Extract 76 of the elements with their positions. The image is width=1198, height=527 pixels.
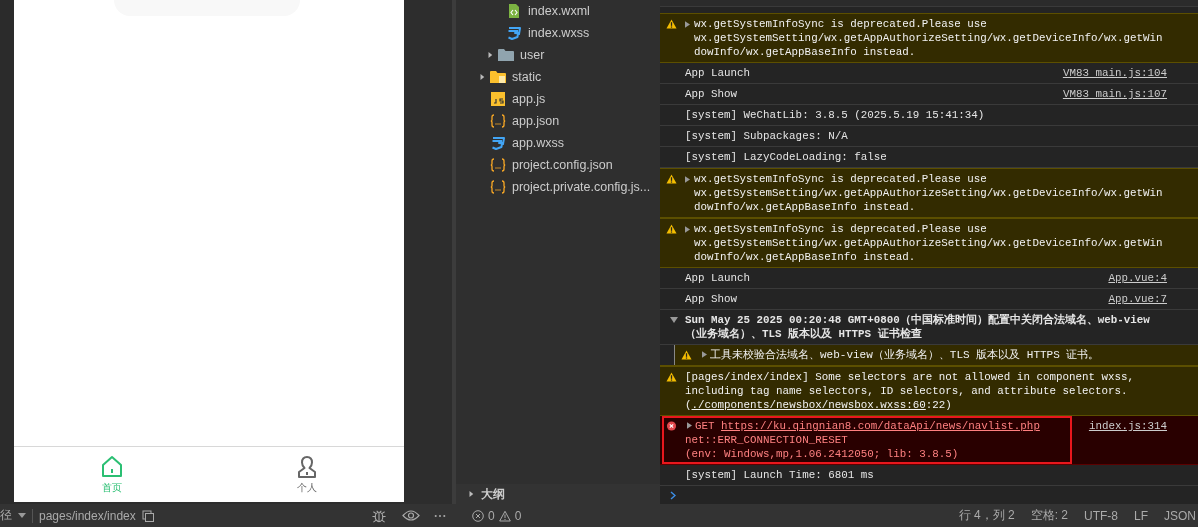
log-message: [system] LazyCodeLoading: false <box>685 151 887 163</box>
indent-setting[interactable]: 空格: 2 <box>1030 507 1068 524</box>
error-count-icon[interactable] <box>472 509 484 522</box>
log-message: App Launch <box>685 67 751 79</box>
braces-icon <box>490 114 506 128</box>
expand-arrow-icon <box>479 73 485 81</box>
warning-icon <box>681 350 692 360</box>
bug-icon[interactable] <box>370 508 388 523</box>
error-detail: (env: Windows,mp,1.06.2412050; lib: 3.8.5) <box>685 448 959 460</box>
source-link[interactable]: index.js:314 <box>1076 416 1167 433</box>
warning-message: 工具未校验合法域名、web-view（业务域名）、TLS 版本以及 HTTPS 证书。 <box>710 349 1100 361</box>
source-link[interactable]: VM83 main.js:107 <box>1050 87 1167 101</box>
url-link[interactable]: https://ku.qingnian8.com/dataApi/news/navlist.php <box>721 420 1040 432</box>
folder-icon <box>498 48 514 62</box>
expand-arrow-icon <box>487 51 493 59</box>
caret-icon[interactable] <box>18 513 26 518</box>
code-file-icon <box>506 4 522 18</box>
folder-item[interactable]: user <box>456 44 660 66</box>
copy-icon[interactable] <box>141 509 154 522</box>
file-item[interactable]: index.wxml <box>456 0 660 22</box>
log-message: [system] Subpackages: N/A <box>685 130 848 142</box>
line-ending[interactable]: LF <box>1133 508 1148 523</box>
braces-icon <box>490 180 506 194</box>
expand-arrow-icon[interactable] <box>702 351 707 358</box>
braces-icon <box>490 158 506 172</box>
js-file-icon <box>490 92 506 106</box>
expand-arrow-icon[interactable] <box>687 422 692 429</box>
source-link[interactable]: App.vue:7 <box>1096 292 1167 306</box>
css-file-icon <box>506 26 522 40</box>
error-count: 0 <box>488 508 495 523</box>
warning-message: wx.getSystemInfoSync is deprecated.Please use wx.getSystemSetting/wx.getAppAuthorizeSetting/wx.getDeviceInfo/wx.getWindowInfo/wx.getAppBaseInfo instead. <box>694 222 1164 264</box>
language-mode[interactable]: JSON <box>1164 508 1196 523</box>
folder-icon <box>490 70 506 84</box>
log-message: App Launch <box>685 272 751 284</box>
source-link[interactable]: VM83 main.js:104 <box>1050 66 1167 80</box>
cursor-position[interactable]: 行 4，列 2 <box>958 507 1015 524</box>
outline-header[interactable]: 大纲 <box>456 484 660 504</box>
file-item[interactable]: app.wxss <box>456 132 660 154</box>
file-item[interactable]: project.config.json <box>456 154 660 176</box>
file-item[interactable]: index.wxss <box>456 22 660 44</box>
file-link[interactable]: ./components/newsbox/newsbox.wxss:60 <box>691 399 926 411</box>
encoding[interactable]: UTF-8 <box>1083 508 1118 523</box>
prompt-icon <box>670 490 676 500</box>
expand-arrow-icon[interactable] <box>685 21 690 28</box>
source-link[interactable]: App.vue:4 <box>1096 271 1167 285</box>
path-label: 径 <box>0 507 12 524</box>
error-message: GET https://ku.qingnian8.com/dataApi/news/navlist.php <box>695 420 1040 432</box>
file-item[interactable]: app.json <box>456 110 660 132</box>
warning-icon <box>666 19 677 29</box>
warning-message: wx.getSystemInfoSync is deprecated.Please use wx.getSystemSetting/wx.getAppAuthorizeSetting/wx.getDeviceInfo/wx.getWindowInfo/wx.getAppBaseInfo instead. <box>694 17 1164 59</box>
css-file-icon <box>490 136 506 150</box>
folder-item[interactable]: static <box>456 66 660 88</box>
warning-count-icon[interactable] <box>498 509 511 522</box>
log-message: App Show <box>685 88 738 100</box>
file-item[interactable]: project.private.config.js... <box>456 176 660 198</box>
eye-icon[interactable] <box>402 508 420 523</box>
file-item[interactable]: app.js <box>456 88 660 110</box>
log-message: [system] WeChatLib: 3.8.5 (2025.5.19 15:41:34) <box>685 109 985 121</box>
warning-icon <box>666 174 677 184</box>
tab[interactable]: 个人 <box>209 447 404 502</box>
warning-icon <box>666 372 677 382</box>
warning-message: [pages/index/index] Some selectors are not allowed in component wxss, including tag name selectors, ID selectors, and attribute selectors.(./components/newsbox/newsbox.wxss:60:22) <box>685 370 1135 412</box>
outline-title: 大纲 <box>481 485 505 503</box>
warning-icon <box>666 224 677 234</box>
warning-count: 0 <box>514 508 522 523</box>
expand-arrow-icon[interactable] <box>685 226 690 233</box>
page-path: pages/index/index <box>39 508 136 523</box>
error-detail: net::ERR_CONNECTION_RESET <box>685 434 848 446</box>
warning-message: wx.getSystemInfoSync is deprecated.Please use wx.getSystemSetting/wx.getAppAuthorizeSetting/wx.getDeviceInfo/wx.getWindowInfo/wx.getAppBaseInfo instead. <box>694 172 1164 214</box>
log-message: [system] Launch Time: 6801 ms <box>685 469 874 481</box>
group-message: Sun May 25 2025 00:20:48 GMT+0800（中国标准时间）配置中关闭合法域名、web-view（业务域名）、TLS 版本以及 HTTPS 证书检查 <box>685 314 1150 340</box>
expand-arrow-icon[interactable] <box>685 176 690 183</box>
collapse-arrow-icon[interactable] <box>670 316 678 324</box>
error-icon <box>666 421 677 431</box>
home-icon <box>99 454 124 479</box>
log-message: App Show <box>685 293 738 305</box>
